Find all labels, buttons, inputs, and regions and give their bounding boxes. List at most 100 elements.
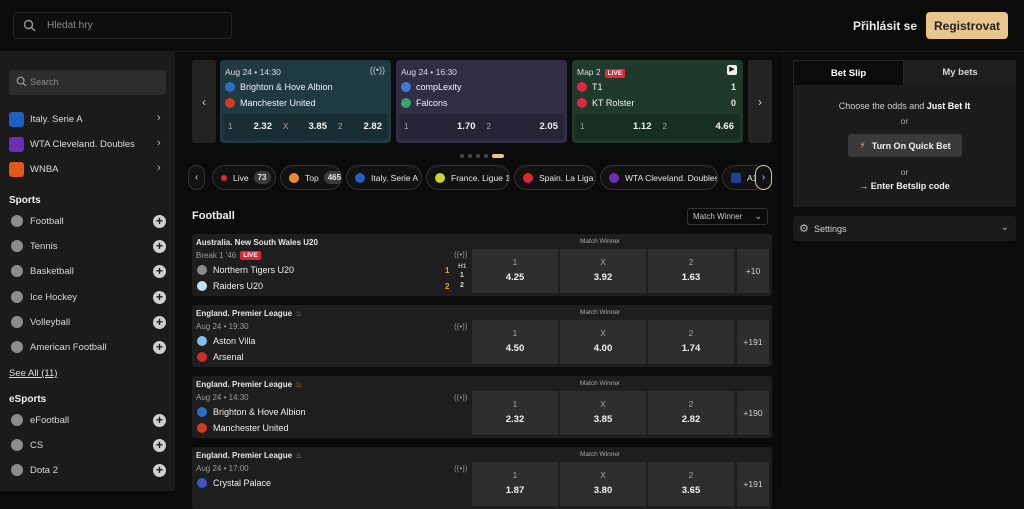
chip-italy-serie-a[interactable]: Italy. Serie A (346, 165, 422, 190)
chips-next-button[interactable]: › (755, 165, 772, 190)
chip-france-ligue-1[interactable]: France. Ligue 1 (426, 165, 510, 190)
sidebar-item-football[interactable]: Football + (0, 210, 175, 232)
market-select[interactable]: Match Winner ⌄ (687, 208, 768, 225)
login-link[interactable]: Přihlásit se (853, 19, 917, 33)
live-dot-icon (221, 174, 227, 181)
sidebar-fav-wnba[interactable]: WNBA › (0, 158, 175, 182)
card-team2: Falcons (401, 98, 448, 108)
wta-logo-icon (609, 172, 619, 183)
american-football-icon (11, 341, 23, 353)
featured-card-t1-ktrolster[interactable]: Map 2 LIVE ▶ T1 1 KT Rolster 0 1 1.12 2 4.6… (572, 60, 743, 143)
odd-home[interactable]: 1 2.32 (223, 114, 278, 140)
add-icon[interactable]: + (153, 316, 166, 329)
featured-card-brighton-manutd[interactable]: Aug 24 • 14:30 ((•)) Brighton & Hove Alb… (220, 60, 391, 143)
sidebar-item-efootball[interactable]: eFootball + (0, 409, 175, 431)
carousel-prev-button[interactable]: ‹ (192, 60, 216, 143)
enter-betslip-code-link[interactable]: → Enter Betslip code (793, 181, 1016, 191)
chip-spain-la-liga[interactable]: Spain. La Liga (514, 165, 596, 190)
odd-key: 1 (404, 122, 409, 131)
odd-home[interactable]: 1 1.12 (575, 114, 658, 140)
sidebar-item-label: Dota 2 (30, 465, 58, 476)
sidebar-search-input[interactable]: Search (9, 70, 166, 95)
odd-away[interactable]: 2 2.05 (482, 114, 565, 140)
sidebar-item-volleyball[interactable]: Volleyball + (0, 311, 175, 333)
odd-draw[interactable]: X 4.00 (560, 320, 646, 364)
odd-draw[interactable]: X 3.85 (278, 114, 333, 140)
more-markets-button[interactable]: +10 (737, 249, 769, 293)
more-markets-button[interactable]: +191 (737, 462, 769, 506)
team-name: compLexity (416, 82, 462, 92)
chip-a1[interactable]: A1 (722, 165, 758, 190)
chips-prev-button[interactable]: ‹ (188, 165, 205, 190)
ice-hockey-icon (11, 291, 23, 303)
chip-wta-cleveland[interactable]: WTA Cleveland. Doubles (600, 165, 718, 190)
odd-away[interactable]: 2 1.63 (648, 249, 734, 293)
sidebar-item-tennis[interactable]: Tennis + (0, 235, 175, 257)
odd-draw[interactable]: X 3.85 (560, 391, 646, 435)
play-stream-icon[interactable]: ▶ (727, 65, 737, 75)
add-icon[interactable]: + (153, 291, 166, 304)
add-icon[interactable]: + (153, 240, 166, 253)
odd-draw[interactable]: X 3.92 (560, 249, 646, 293)
more-markets-button[interactable]: +190 (737, 391, 769, 435)
team-name: Raiders U20 (213, 281, 264, 291)
featured-card-complexity-falcons[interactable]: Aug 24 • 16:30 compLexity Falcons 1 1.70 … (396, 60, 567, 143)
odd-away[interactable]: 2 4.66 (658, 114, 741, 140)
odd-home[interactable]: 1 4.50 (472, 320, 558, 364)
event-team2: Manchester United (197, 423, 289, 433)
more-markets-button[interactable]: +191 (737, 320, 769, 364)
chip-top[interactable]: Top 465 (280, 165, 342, 190)
odd-draw[interactable]: X 3.80 (560, 462, 646, 506)
main-content: ‹ Aug 24 • 14:30 ((•)) Brighton & Hove A… (175, 52, 782, 509)
add-icon[interactable]: + (153, 439, 166, 452)
settings-label: Settings (814, 224, 847, 234)
register-button[interactable]: Registrovat (926, 12, 1008, 39)
sidebar-item-label: American Football (30, 342, 107, 353)
gear-icon: ⚙ (799, 223, 809, 235)
sidebar-item-cs[interactable]: CS + (0, 434, 175, 456)
add-icon[interactable]: + (153, 215, 166, 228)
carousel-dot[interactable] (468, 154, 472, 158)
sidebar-item-dota-2[interactable]: Dota 2 + (0, 459, 175, 481)
odd-away[interactable]: 2 2.82 (333, 114, 388, 140)
tab-bet-slip[interactable]: Bet Slip (793, 60, 904, 85)
tab-my-bets[interactable]: My bets (904, 60, 1016, 85)
card-odds: 1 1.12 2 4.66 (575, 114, 740, 140)
add-icon[interactable]: + (153, 265, 166, 278)
event-team1: Northern Tigers U20 (197, 265, 294, 275)
event-team2: Raiders U20 (197, 281, 263, 291)
quick-bet-button[interactable]: ⚡ Turn On Quick Bet (848, 134, 962, 157)
carousel-dot[interactable] (476, 154, 480, 158)
event-row[interactable]: England. Premier League ♨ Aug 24 • 17:00 … (192, 447, 772, 509)
odd-home[interactable]: 1 1.87 (472, 462, 558, 506)
chip-live[interactable]: Live 73 (212, 165, 276, 190)
see-all-sports-link[interactable]: See All (11) (9, 368, 57, 379)
add-icon[interactable]: + (153, 414, 166, 427)
carousel-dot-active[interactable] (492, 154, 504, 158)
event-row[interactable]: England. Premier League ♨ Aug 24 • 14:30 … (192, 376, 772, 438)
odd-value: 3.92 (593, 272, 613, 283)
odd-home[interactable]: 1 2.32 (472, 391, 558, 435)
sidebar-item-basketball[interactable]: Basketball + (0, 260, 175, 282)
event-row[interactable]: England. Premier League ♨ Aug 24 • 19:30 … (192, 305, 772, 367)
team-name: Manchester United (240, 98, 316, 108)
odd-away[interactable]: 2 2.82 (648, 391, 734, 435)
add-icon[interactable]: + (153, 341, 166, 354)
sidebar-item-ice-hockey[interactable]: Ice Hockey + (0, 286, 175, 308)
odd-home[interactable]: 1 1.70 (399, 114, 482, 140)
odd-away[interactable]: 2 3.65 (648, 462, 734, 506)
carousel-dot[interactable] (460, 154, 464, 158)
chevron-right-icon: › (157, 162, 161, 174)
game-search-input[interactable]: Hledat hry (13, 12, 232, 39)
event-row[interactable]: Australia. New South Wales U20 Break 1 '… (192, 234, 772, 296)
odd-away[interactable]: 2 1.74 (648, 320, 734, 364)
sidebar-item-american-football[interactable]: American Football + (0, 336, 175, 358)
odd-home[interactable]: 1 4.25 (472, 249, 558, 293)
sidebar-fav-wta-cleveland[interactable]: WTA Cleveland. Doubles › (0, 133, 175, 157)
event-league: England. Premier League ♨ (196, 380, 302, 389)
settings-dropdown[interactable]: ⚙ Settings ⌄ (793, 216, 1016, 241)
carousel-dot[interactable] (484, 154, 488, 158)
add-icon[interactable]: + (153, 464, 166, 477)
sidebar-fav-italy-serie-a[interactable]: Italy. Serie A › (0, 108, 175, 132)
carousel-next-button[interactable]: › (748, 60, 772, 143)
